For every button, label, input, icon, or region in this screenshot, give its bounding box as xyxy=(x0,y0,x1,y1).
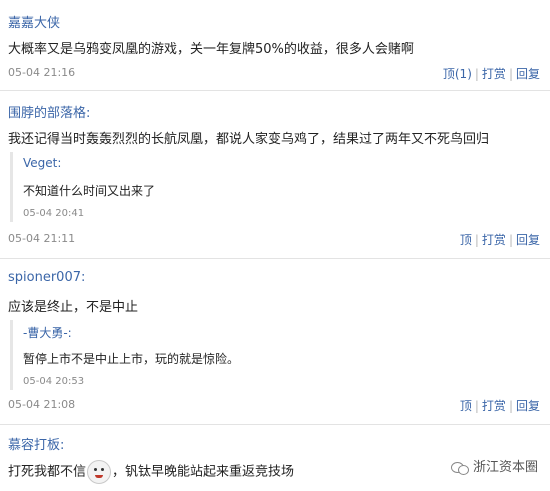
comment-actions: 顶 | 打赏 | 回复 xyxy=(460,231,540,248)
reward-button[interactable]: 打赏 xyxy=(482,67,506,81)
reward-button[interactable]: 打赏 xyxy=(482,399,506,413)
comment-time: 05-04 21:11 xyxy=(8,232,76,245)
reply-button[interactable]: 回复 xyxy=(516,67,540,81)
reward-button[interactable]: 打赏 xyxy=(482,233,506,247)
watermark-text: 浙江资本圈 xyxy=(472,460,538,475)
comment-author[interactable]: 围脖的部落格: xyxy=(8,102,90,121)
quoted-comment: Veget: 不知道什么时间又出来了 05-04 20:41 xyxy=(10,152,543,222)
quote-time: 05-04 20:53 xyxy=(23,376,85,387)
watermark: 浙江资本圈 xyxy=(450,456,538,475)
comment-author[interactable]: 嘉嘉大侠 xyxy=(8,12,60,31)
comment-actions: 顶 | 打赏 | 回复 xyxy=(460,397,540,414)
quote-author[interactable]: -曹大勇-: xyxy=(23,324,72,341)
top-button[interactable]: 顶 xyxy=(460,399,472,413)
comment-text: 打死我都不信 ，钒钛早晚能站起来重返竞技场 xyxy=(8,460,294,484)
quote-author[interactable]: Veget: xyxy=(23,156,61,170)
comment-actions: 顶(1) | 打赏 | 回复 xyxy=(443,65,540,82)
reply-button[interactable]: 回复 xyxy=(516,233,540,247)
divider xyxy=(0,258,550,259)
comment-author[interactable]: 慕容打板: xyxy=(8,434,64,453)
comment-text-part: ，钒钛早晚能站起来重返竞技场 xyxy=(112,464,295,480)
separator: | xyxy=(474,399,479,413)
divider xyxy=(0,90,550,91)
separator: | xyxy=(474,67,479,81)
separator: | xyxy=(474,233,479,247)
comment-author[interactable]: spioner007: xyxy=(8,270,85,285)
reply-button[interactable]: 回复 xyxy=(516,399,540,413)
quote-text: 暂停上市不是中止上市，玩的就是惊险。 xyxy=(23,352,240,366)
separator: | xyxy=(508,233,513,247)
separator: | xyxy=(508,399,513,413)
comment-text-part: 打死我都不信 xyxy=(8,464,87,480)
comment-text: 我还记得当时轰轰烈烈的长航凤凰，都说人家变乌鸡了，结果过了两年又不死鸟回归 xyxy=(8,132,490,147)
quote-time: 05-04 20:41 xyxy=(23,208,85,219)
comment-text: 大概率又是乌鸦变凤凰的游戏，关一年复牌50%的收益，很多人会赌啊 xyxy=(8,42,414,57)
comment-time: 05-04 21:08 xyxy=(8,398,76,411)
comment-text: 应该是终止，不是中止 xyxy=(8,300,139,315)
laughing-face-emoji-icon xyxy=(87,460,112,484)
top-button[interactable]: 顶 xyxy=(460,233,472,247)
quoted-comment: -曹大勇-: 暂停上市不是中止上市，玩的就是惊险。 05-04 20:53 xyxy=(10,320,543,390)
divider xyxy=(0,424,550,425)
quote-text: 不知道什么时间又出来了 xyxy=(23,184,156,198)
wechat-icon xyxy=(450,461,469,475)
comment-time: 05-04 21:16 xyxy=(8,66,76,79)
top-button[interactable]: 顶(1) xyxy=(443,67,472,81)
separator: | xyxy=(508,67,513,81)
